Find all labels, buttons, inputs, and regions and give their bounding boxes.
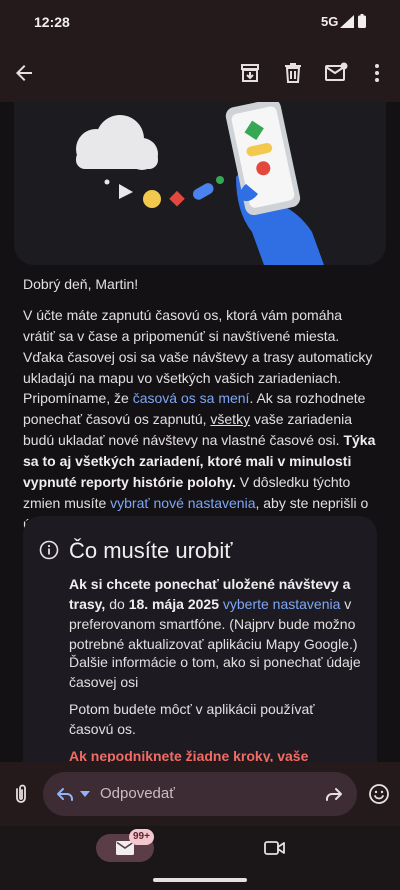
choose-settings-card-link[interactable]: vyberte nastavenia <box>219 596 341 612</box>
reply-icon[interactable] <box>55 784 75 804</box>
reply-bar: Odpovedať <box>0 762 400 826</box>
more-vert-icon[interactable] <box>365 61 389 85</box>
reply-placeholder: Odpovedať <box>100 785 175 802</box>
card-followup: Potom budete môcť v aplikácii používať č… <box>69 701 315 737</box>
card-instructions: Ak si chcete ponechať uložené návštevy a… <box>69 576 358 652</box>
attach-icon[interactable] <box>10 783 32 805</box>
battery-icon <box>358 14 366 28</box>
warning-text: Ak nepodniknete žiadne kroky, vaše návšt… <box>69 748 309 762</box>
emoji-icon[interactable] <box>367 782 391 806</box>
home-indicator[interactable] <box>153 878 247 882</box>
back-arrow-icon[interactable] <box>12 61 36 85</box>
what-to-do-card: Čo musíte urobiť Ak si chcete ponechať u… <box>23 516 377 762</box>
timeline-illustration <box>14 102 386 265</box>
card-title: Čo musíte urobiť <box>69 538 233 563</box>
learn-more-link[interactable]: Ďalšie informácie o tom, ako si ponechať… <box>69 652 361 692</box>
status-time: 12:28 <box>34 14 70 30</box>
tab-meet-video-icon[interactable] <box>264 838 286 858</box>
email-content[interactable]: Dobrý deň, Martin! V účte máte zapnutú č… <box>0 102 400 762</box>
delete-icon[interactable] <box>281 61 305 85</box>
paragraph-timeline-info: V účte máte zapnutú časovú os, ktorá vám… <box>23 307 373 386</box>
choose-settings-link[interactable]: vybrať nové nastavenia <box>110 495 255 511</box>
mark-unread-icon[interactable] <box>324 61 348 85</box>
network-type: 5G <box>321 14 339 29</box>
app-bar <box>0 44 400 102</box>
chevron-down-icon[interactable] <box>80 791 90 797</box>
signal-icon <box>340 15 354 28</box>
forward-icon[interactable] <box>323 783 345 805</box>
bottom-nav: 99+ <box>0 826 400 890</box>
info-icon <box>39 540 59 560</box>
mail-badge: 99+ <box>129 829 154 845</box>
archive-icon[interactable] <box>238 61 262 85</box>
status-bar: 12:28 5G <box>0 0 400 44</box>
timeline-changing-link[interactable]: časová os sa mení <box>133 390 250 406</box>
paragraph-timeline-changes: Pripomíname, že časová os sa mení. Ak sa… <box>23 390 376 532</box>
greeting: Dobrý deň, Martin! <box>23 276 139 292</box>
hero-illustration <box>76 102 324 265</box>
reply-input[interactable]: Odpovedať <box>43 772 357 816</box>
